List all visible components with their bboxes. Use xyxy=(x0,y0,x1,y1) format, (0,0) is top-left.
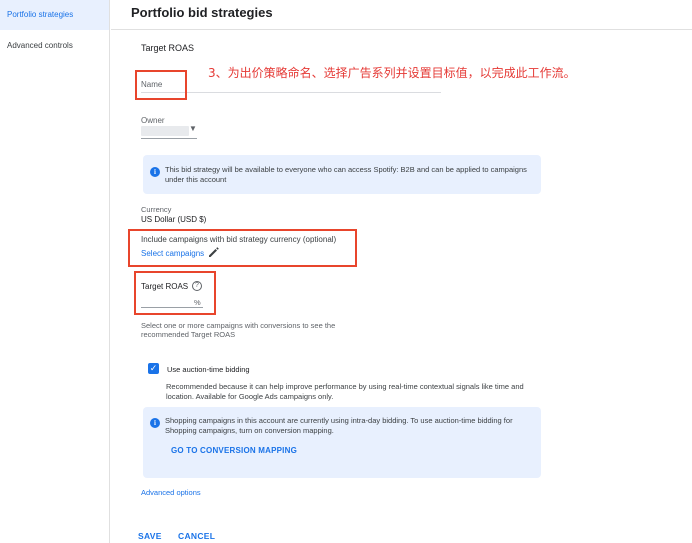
owner-select-value[interactable] xyxy=(141,126,189,136)
info-icon: i xyxy=(150,418,160,428)
highlight-box-include-campaigns xyxy=(128,229,357,267)
auction-time-bidding-description: Recommended because it can help improve … xyxy=(166,382,524,401)
owner-field-label: Owner xyxy=(141,116,165,125)
annotation-note: 3、为出价策略命名、选择广告系列并设置目标值，以完成此工作流。 xyxy=(208,66,576,80)
sidebar-item-portfolio-strategies[interactable]: Portfolio strategies xyxy=(0,0,109,30)
page-header: Portfolio bid strategies xyxy=(111,0,692,30)
cancel-button[interactable]: CANCEL xyxy=(178,531,215,541)
currency-label: Currency xyxy=(141,205,172,214)
target-roas-help-text: Select one or more campaigns with conver… xyxy=(141,321,336,339)
dropdown-caret-icon[interactable]: ▼ xyxy=(189,124,197,133)
page-title: Portfolio bid strategies xyxy=(131,5,273,20)
auction-time-bidding-label[interactable]: Use auction-time bidding xyxy=(167,365,250,374)
info-banner-shopping: i Shopping campaigns in this account are… xyxy=(143,407,541,478)
main-content: Target ROAS 3、为出价策略命名、选择广告系列并设置目标值，以完成此工… xyxy=(111,31,692,543)
sidebar: Portfolio strategies Advanced controls xyxy=(0,0,110,543)
conversion-mapping-link[interactable]: GO TO CONVERSION MAPPING xyxy=(171,446,297,455)
save-button[interactable]: SAVE xyxy=(138,531,162,541)
info-banner-text: This bid strategy will be available to e… xyxy=(165,165,527,184)
sidebar-item-advanced-controls[interactable]: Advanced controls xyxy=(0,31,109,61)
advanced-options-link[interactable]: Advanced options xyxy=(141,488,201,497)
info-banner-availability: i This bid strategy will be available to… xyxy=(143,155,541,194)
info-banner-text: Shopping campaigns in this account are c… xyxy=(165,416,513,435)
info-icon: i xyxy=(150,167,160,177)
checkbox-check-icon: ✓ xyxy=(149,363,158,373)
highlight-box-target-roas xyxy=(134,271,216,315)
auction-time-bidding-checkbox[interactable]: ✓ xyxy=(148,363,159,374)
currency-value: US Dollar (USD $) xyxy=(141,215,207,224)
highlight-box-name xyxy=(135,70,187,100)
section-title: Target ROAS xyxy=(141,43,195,53)
owner-select-underline xyxy=(141,138,197,139)
